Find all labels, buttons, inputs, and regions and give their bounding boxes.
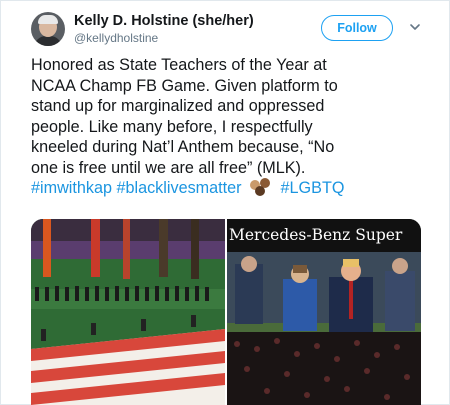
stadium-field-photo[interactable]	[31, 219, 225, 405]
avatar[interactable]	[31, 12, 65, 46]
tweet-text: Honored as State Teachers of the Year at…	[31, 55, 429, 199]
tweet-text-line: Honored as State Teachers of the Year at	[31, 56, 327, 74]
anthem-crowd-photo[interactable]: Mercedes-Benz Super	[227, 219, 421, 405]
tweet-text-line: one is free until we are all free” (MLK)…	[31, 158, 306, 177]
tweet-text-line: stand up for marginalized and oppressed	[31, 97, 325, 115]
author-display-name[interactable]: Kelly D. Holstine (she/her)	[74, 12, 254, 30]
raised-fist-emoji	[248, 178, 274, 196]
author-block[interactable]: Kelly D. Holstine (she/her) @kellydholst…	[74, 12, 254, 46]
hashtag-lgbtq[interactable]: #LGBTQ	[281, 179, 345, 197]
hashtag-blacklivesmatter[interactable]: #blacklivesmatter	[116, 179, 241, 197]
hashtag-line: #imwithkap #blacklivesmatter #LGBTQ	[31, 178, 429, 199]
mercedes-benz-banner: Mercedes-Benz Super	[227, 219, 421, 252]
hashtag-imwithkap[interactable]: #imwithkap	[31, 179, 112, 197]
tweet-header: Kelly D. Holstine (she/her) @kellydholst…	[31, 12, 431, 48]
tweet-media[interactable]: Mercedes-Benz Super	[31, 219, 421, 405]
tweet-text-line: kneeled during Nat’l Anthem because, “No	[31, 138, 335, 156]
caret-down-icon[interactable]	[409, 21, 421, 33]
tweet-text-line: NCAA Champ FB Game. Given platform to	[31, 76, 338, 95]
tweet-card: Kelly D. Holstine (she/her) @kellydholst…	[0, 0, 450, 405]
tweet-text-line: people. Like many before, I respectfully	[31, 117, 313, 136]
stadium-field-image	[31, 219, 225, 405]
follow-button[interactable]: Follow	[321, 15, 393, 41]
author-handle[interactable]: @kellydholstine	[74, 30, 254, 46]
